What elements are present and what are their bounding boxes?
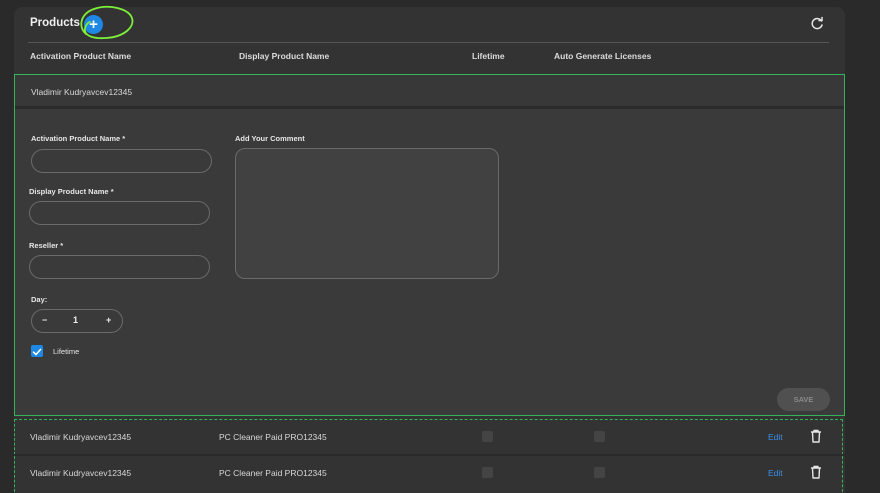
display-name-label: Display Product Name * xyxy=(29,187,114,196)
row-display-name: PC Cleaner Paid PRO12345 xyxy=(219,468,327,478)
checkmark-icon xyxy=(32,348,42,356)
day-increment-button[interactable]: + xyxy=(106,315,111,325)
day-value[interactable]: 1 xyxy=(73,315,78,325)
add-product-button[interactable]: + xyxy=(84,15,103,34)
expanded-row-header[interactable]: Vladimir Kudryavcev12345 xyxy=(15,75,844,109)
save-button[interactable]: SAVE xyxy=(777,388,830,411)
reseller-input[interactable] xyxy=(29,255,210,279)
row-activation-name: Vladimir Kudryavcev12345 xyxy=(30,468,132,478)
column-header-auto-generate: Auto Generate Licenses xyxy=(554,51,652,61)
lifetime-checkbox-label: Lifetime xyxy=(53,347,80,356)
activation-name-input[interactable] xyxy=(31,149,212,173)
row-auto-generate-checkbox[interactable] xyxy=(594,431,605,442)
column-header-lifetime: Lifetime xyxy=(472,51,505,61)
row-activation-name: Vladimir Kudryavcev12345 xyxy=(30,432,132,442)
refresh-icon[interactable] xyxy=(809,16,825,32)
table-row[interactable]: Vladimir Kudryavcev12345 PC Cleaner Paid… xyxy=(14,419,843,455)
products-panel: Products + Activation Product Name Displ… xyxy=(14,5,845,493)
trash-icon[interactable] xyxy=(810,429,822,443)
row-lifetime-checkbox[interactable] xyxy=(482,431,493,442)
product-edit-form: Vladimir Kudryavcev12345 Activation Prod… xyxy=(14,74,845,416)
row-edit-link[interactable]: Edit xyxy=(768,432,783,442)
day-label: Day: xyxy=(31,295,48,304)
header-divider xyxy=(28,42,829,43)
column-header-activation: Activation Product Name xyxy=(30,51,132,61)
row-display-name: PC Cleaner Paid PRO12345 xyxy=(219,432,327,442)
trash-icon[interactable] xyxy=(810,465,822,479)
row-edit-link[interactable]: Edit xyxy=(768,468,783,478)
annotation-circle xyxy=(80,5,134,40)
table-row[interactable]: Vladimir Kudryavcev12345 PC Cleaner Paid… xyxy=(14,456,843,492)
row-auto-generate-checkbox[interactable] xyxy=(594,467,605,478)
day-decrement-button[interactable]: − xyxy=(42,315,47,325)
display-name-input[interactable] xyxy=(29,201,210,225)
lifetime-checkbox[interactable] xyxy=(31,345,43,357)
row-lifetime-checkbox[interactable] xyxy=(482,467,493,478)
reseller-label: Reseller * xyxy=(29,241,64,250)
panel-title: Products xyxy=(30,17,80,29)
comment-textarea[interactable] xyxy=(235,148,499,279)
day-stepper: − 1 + xyxy=(31,309,123,333)
activation-name-label: Activation Product Name * xyxy=(31,134,126,143)
expanded-row-name: Vladimir Kudryavcev12345 xyxy=(31,87,133,97)
column-header-display: Display Product Name xyxy=(239,51,330,61)
comment-label: Add Your Comment xyxy=(235,134,305,143)
